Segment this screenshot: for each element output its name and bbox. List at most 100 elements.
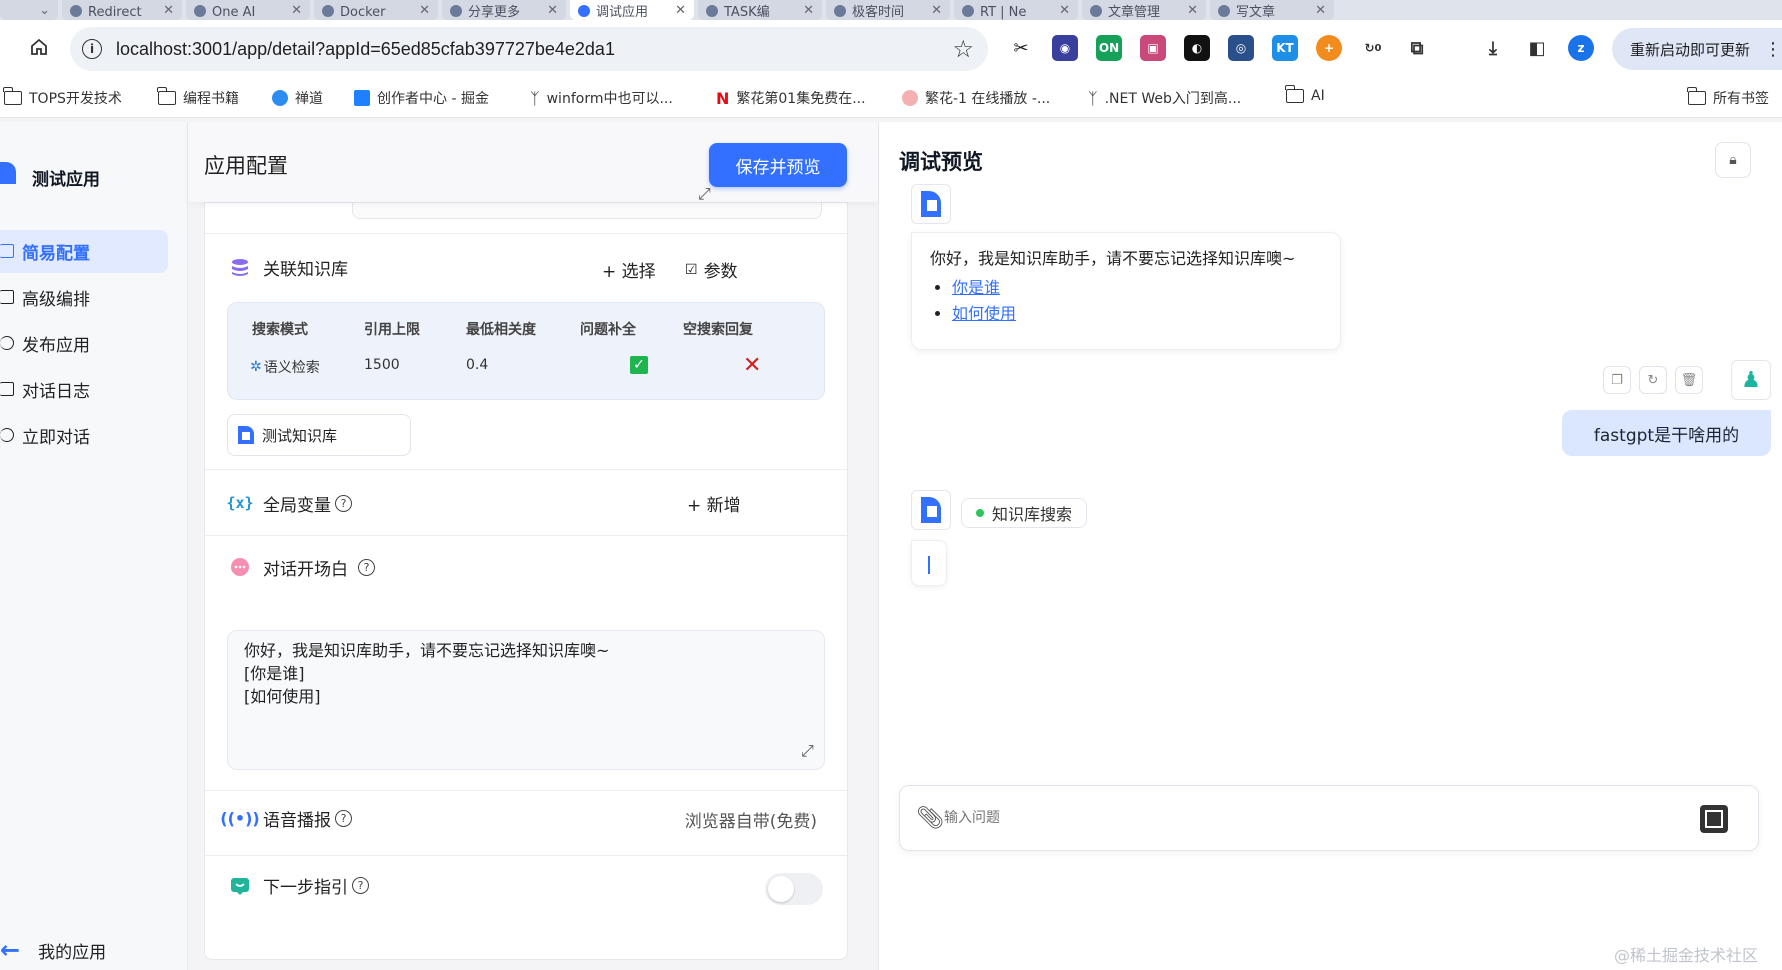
extension-on-icon[interactable]: ON: [1096, 35, 1122, 61]
tab-label: 极客时间: [852, 5, 905, 20]
browser-tab[interactable]: 文章管理 ✕: [1082, 0, 1206, 20]
extension-pdf-icon[interactable]: ▣: [1140, 35, 1166, 61]
browser-tab[interactable]: 分享更多 ✕: [442, 0, 566, 20]
tab-favicon-icon: [194, 5, 206, 17]
extension-mask-icon[interactable]: ◐: [1184, 35, 1210, 61]
save-and-preview-button[interactable]: 保存并预览: [709, 143, 847, 187]
tts-select[interactable]: 浏览器自带(免费): [685, 807, 817, 832]
tab-label: RT | Ne: [980, 5, 1027, 20]
back-to-my-apps-link[interactable]: ← 我的应用: [0, 936, 106, 964]
table-header: 问题补全: [580, 322, 636, 338]
sidebar-item-publish[interactable]: 发布应用: [0, 322, 168, 365]
dataset-chip[interactable]: 测试知识库: [227, 414, 411, 456]
bot-avatar: [911, 184, 951, 224]
address-bar[interactable]: i localhost:3001/app/detail?appId=65ed85…: [70, 27, 988, 71]
bookmark-star-icon[interactable]: ☆: [952, 35, 974, 63]
close-icon[interactable]: ✕: [803, 3, 814, 18]
copy-icon: ❐: [1611, 372, 1623, 388]
config-title: 应用配置: [204, 154, 288, 178]
broadcast-icon: ((•)): [220, 809, 260, 828]
tts-section-header: ((•)) 语音播报 ?: [220, 806, 352, 831]
welcome-section-header: 对话开场白 ?: [229, 547, 375, 587]
side-panel-icon[interactable]: ◧: [1524, 35, 1550, 61]
extension-kt-icon[interactable]: KT: [1272, 35, 1298, 61]
bookmark-link[interactable]: ᛉ .NET Web入门到高...: [1088, 88, 1241, 108]
profile-avatar[interactable]: z: [1568, 35, 1594, 61]
help-icon[interactable]: ?: [335, 494, 352, 512]
browser-tab[interactable]: 写文章 ✕: [1210, 0, 1334, 20]
delete-button[interactable]: 🗑︎: [1675, 366, 1703, 394]
table-header: 引用上限: [364, 322, 420, 338]
bookmark-folder[interactable]: AI: [1285, 85, 1325, 104]
close-icon[interactable]: ✕: [1059, 3, 1070, 18]
close-icon[interactable]: ⌄: [39, 3, 50, 18]
close-icon[interactable]: ✕: [675, 3, 686, 18]
attachment-icon[interactable]: 📎︎: [916, 806, 944, 831]
download-icon[interactable]: ⤓: [1480, 35, 1506, 61]
user-message-bubble: fastgpt是干啥用的: [1562, 410, 1771, 456]
bookmark-link[interactable]: 禅道: [272, 88, 323, 108]
all-bookmarks-folder[interactable]: 所有书签: [1687, 87, 1769, 108]
restart-update-button[interactable]: 重新启动即可更新 ⋮: [1612, 28, 1782, 70]
next-guide-toggle[interactable]: [765, 873, 823, 905]
close-icon[interactable]: ✕: [419, 3, 430, 18]
chat-input[interactable]: [944, 802, 1644, 834]
select-dataset-button[interactable]: + 选择: [602, 257, 656, 282]
lock-icon: 🔒︎: [1729, 152, 1737, 168]
address-url[interactable]: localhost:3001/app/detail?appId=65ed85cf…: [116, 39, 615, 60]
home-button[interactable]: [26, 34, 52, 60]
tab-favicon-icon: [70, 5, 82, 17]
expand-icon[interactable]: ⤢: [801, 741, 814, 761]
sidebar-item-chat-logs[interactable]: 对话日志: [0, 368, 168, 411]
browser-tab[interactable]: 极客时间 ✕: [826, 0, 950, 20]
copy-button[interactable]: ❐: [1603, 366, 1631, 394]
site-info-icon[interactable]: i: [82, 39, 102, 59]
help-icon[interactable]: ?: [358, 558, 375, 576]
welcome-text-editor[interactable]: 你好，我是知识库助手，请不要忘记选择知识库噢~ [你是谁] [如何使用]: [227, 630, 825, 770]
lock-button[interactable]: 🔒︎: [1715, 142, 1751, 178]
extension-sync-icon[interactable]: ↻ 0: [1360, 35, 1386, 61]
bookmark-folder[interactable]: TOPS开发技术: [3, 87, 122, 108]
browser-tab[interactable]: RT | Ne ✕: [954, 0, 1078, 20]
extensions-puzzle-icon[interactable]: ⧉: [1404, 35, 1430, 61]
close-icon[interactable]: ✕: [931, 3, 942, 18]
sidebar-item-simple-config[interactable]: 简易配置: [0, 230, 168, 273]
extension-circle-icon[interactable]: ◎: [1228, 35, 1254, 61]
add-variable-button[interactable]: + 新增: [687, 491, 741, 516]
expand-icon[interactable]: ⤢: [698, 184, 711, 204]
guide-icon: [229, 875, 251, 897]
extension-plus-icon[interactable]: +: [1316, 35, 1342, 61]
bookmark-link[interactable]: ᛉ winform中也可以...: [530, 88, 673, 108]
browser-tab-active[interactable]: 调试应用 ✕: [570, 0, 694, 20]
user-avatar-icon: ♟: [1741, 367, 1761, 393]
bookmark-link[interactable]: 繁花-1 在线播放 -...: [902, 88, 1050, 108]
close-icon[interactable]: ✕: [291, 3, 302, 18]
dataset-params-button[interactable]: ☑ 参数: [685, 257, 738, 283]
help-icon[interactable]: ?: [352, 877, 369, 894]
quick-question-link[interactable]: 你是谁: [952, 278, 1000, 297]
sidebar-item-advanced-edit[interactable]: 高级编排: [0, 276, 168, 319]
sidebar-item-chat-now[interactable]: 立即对话: [0, 414, 168, 457]
scissors-icon[interactable]: ✂: [1008, 35, 1034, 61]
browser-tab[interactable]: TASK编 ✕: [698, 0, 822, 20]
more-menu-icon[interactable]: ⋮: [1764, 39, 1782, 60]
prompt-textarea[interactable]: [352, 203, 822, 219]
browser-tab[interactable]: Redirect ✕: [62, 0, 182, 20]
close-icon[interactable]: ✕: [547, 3, 558, 18]
bookmark-link[interactable]: N 繁花第01集免费在...: [716, 88, 866, 108]
bookmark-folder[interactable]: 编程书籍: [157, 87, 239, 108]
close-icon[interactable]: ✕: [1315, 3, 1326, 18]
section-title: 对话开场白: [263, 559, 348, 580]
browser-tab[interactable]: Docker ✕: [314, 0, 438, 20]
regenerate-button[interactable]: ↻: [1639, 366, 1667, 394]
bookmark-link[interactable]: 创作者中心 - 掘金: [354, 88, 489, 108]
extension-game-icon[interactable]: ◉: [1052, 35, 1078, 61]
divider: [205, 469, 847, 470]
stop-button[interactable]: [1700, 805, 1728, 833]
close-icon[interactable]: ✕: [163, 3, 174, 18]
browser-tab[interactable]: ⌄: [0, 0, 58, 20]
browser-tab[interactable]: One AI ✕: [186, 0, 310, 20]
help-icon[interactable]: ?: [335, 810, 352, 827]
close-icon[interactable]: ✕: [1187, 3, 1198, 18]
quick-question-link[interactable]: 如何使用: [952, 304, 1016, 323]
